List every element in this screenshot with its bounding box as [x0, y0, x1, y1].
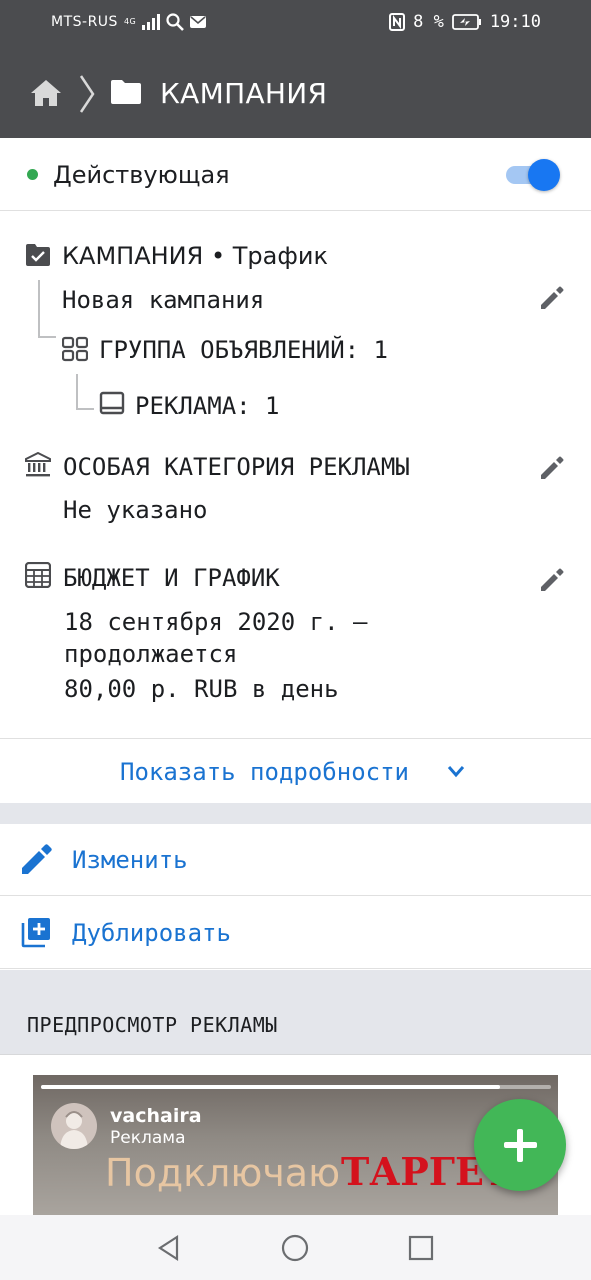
bank-icon — [25, 452, 51, 477]
story-progress-fill — [41, 1085, 500, 1089]
breadcrumb-chevron-icon — [79, 75, 95, 113]
recents-icon[interactable] — [407, 1234, 435, 1262]
search-icon — [166, 13, 185, 31]
app-bar: КАМПАНИЯ — [0, 60, 591, 130]
schedule-end: продолжается — [64, 640, 238, 668]
section-divider — [0, 803, 591, 824]
duplicate-button[interactable]: Дублировать — [0, 897, 591, 969]
ad-group-icon — [62, 336, 88, 362]
daily-budget: 80,00 р. RUB в день — [64, 675, 339, 703]
clock: 19:10 — [489, 12, 541, 32]
edit-campaign-pencil-icon[interactable] — [538, 284, 566, 312]
story-progress-bar — [41, 1085, 551, 1089]
ad-group-count: ГРУППА ОБЪЯВЛЕНИЙ: 1 — [99, 336, 388, 364]
home-circle-icon[interactable] — [281, 1234, 309, 1262]
nfc-icon — [389, 13, 406, 31]
pencil-icon — [22, 844, 52, 874]
edit-button[interactable]: Изменить — [0, 824, 591, 896]
special-category-heading: ОСОБАЯ КАТЕГОРИЯ РЕКЛАМЫ — [63, 453, 410, 481]
mail-icon — [190, 16, 207, 28]
edit-label: Изменить — [72, 846, 188, 874]
carrier-label: MTS-RUS — [51, 14, 118, 30]
top-bar: MTS-RUS 4G 8 % 19:10 КАМПАНИЯ — [0, 0, 591, 138]
page-title: КАМПАНИЯ — [160, 77, 328, 110]
tree-line — [76, 374, 78, 408]
plus-icon — [517, 1129, 523, 1162]
campaign-active-toggle[interactable] — [506, 159, 560, 191]
status-dot — [27, 169, 38, 180]
tree-line — [76, 408, 94, 410]
ad-caption-part1: Подключаю — [105, 1151, 341, 1195]
duplicate-label: Дублировать — [72, 919, 231, 947]
toggle-knob — [528, 159, 560, 191]
campaign-folder-check-icon — [26, 244, 50, 266]
ad-count: РЕКЛАМА: 1 — [135, 392, 280, 420]
budget-heading: БЮДЖЕТ И ГРАФИК — [63, 564, 280, 592]
battery-icon — [451, 14, 481, 30]
calendar-grid-icon — [25, 562, 51, 588]
tree-line — [38, 280, 40, 336]
campaign-heading: КАМПАНИЯ • Трафик — [62, 242, 328, 270]
campaign-status-row: Действующая — [0, 138, 591, 211]
preview-section-header: ПРЕДПРОСМОТР РЕКЛАМЫ — [0, 970, 591, 1055]
back-icon[interactable] — [155, 1234, 183, 1262]
sponsored-label: Реклама — [110, 1128, 186, 1148]
preview-heading: ПРЕДПРОСМОТР РЕКЛАМЫ — [27, 1013, 278, 1037]
ad-device-icon — [99, 391, 125, 415]
network-type: 4G — [123, 17, 137, 26]
folder-icon — [111, 80, 141, 104]
duplicate-icon — [21, 918, 50, 948]
signal-icon — [142, 14, 161, 30]
edit-budget-pencil-icon[interactable] — [538, 566, 566, 594]
account-name: vachaira — [110, 1105, 202, 1127]
create-fab-button[interactable] — [474, 1099, 566, 1191]
avatar — [51, 1103, 97, 1149]
home-icon[interactable] — [30, 79, 62, 107]
schedule-start: 18 сентября 2020 г. — — [64, 608, 368, 636]
special-category-value: Не указано — [63, 496, 208, 524]
battery-percent: 8 % — [413, 12, 444, 32]
campaign-details: КАМПАНИЯ • Трафик Новая кампания ГРУППА … — [0, 212, 591, 739]
edit-special-category-pencil-icon[interactable] — [538, 454, 566, 482]
status-label: Действующая — [53, 161, 230, 189]
status-bar: MTS-RUS 4G 8 % 19:10 — [0, 0, 591, 46]
system-nav-bar — [0, 1215, 591, 1280]
chevron-down-icon — [447, 766, 465, 778]
show-details-button[interactable]: Показать подробности — [0, 740, 591, 803]
tree-line — [38, 336, 56, 338]
campaign-name: Новая кампания — [62, 286, 265, 314]
show-details-label: Показать подробности — [120, 758, 409, 786]
